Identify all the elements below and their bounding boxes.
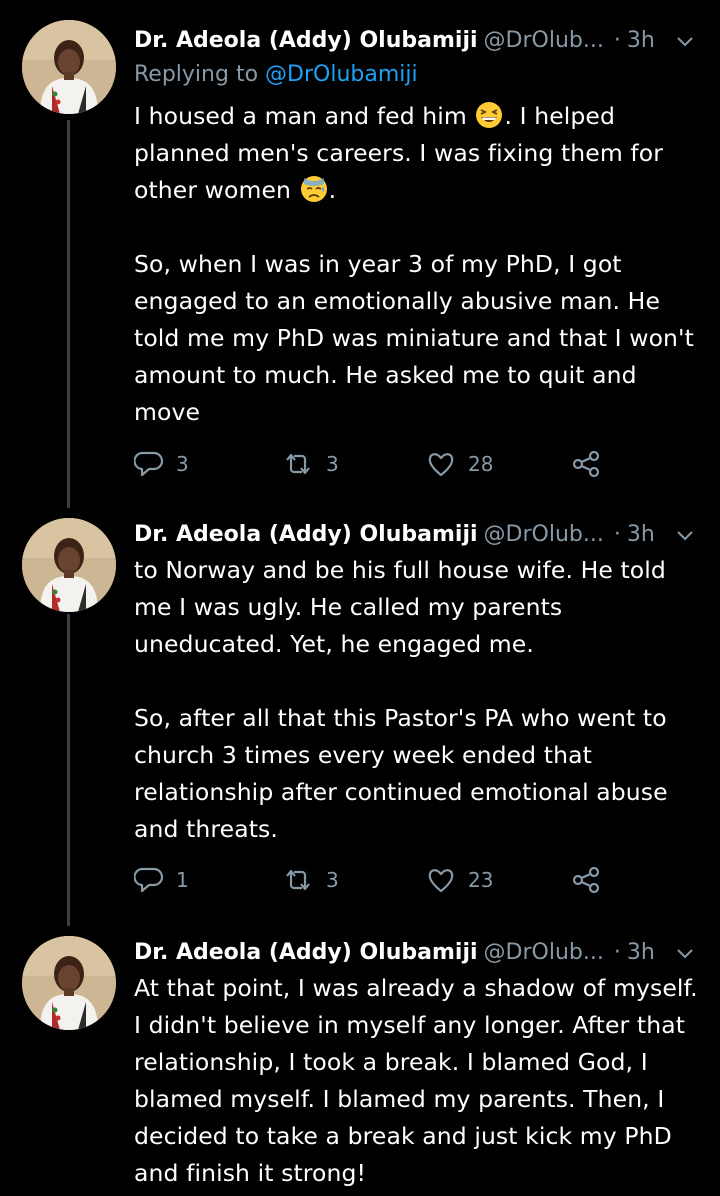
reply-count: 3 (176, 452, 189, 476)
heart-icon (428, 453, 454, 477)
retweet-icon (286, 453, 310, 475)
like-count: 23 (468, 868, 494, 892)
separator-dot: · (613, 521, 621, 547)
tweet-header: Dr. Adeola (Addy) Olubamiji @DrOlub... ·… (134, 20, 700, 60)
separator-dot: · (613, 27, 621, 53)
tweet-header: Dr. Adeola (Addy) Olubamiji @DrOlub... ·… (134, 932, 700, 972)
reply-icon (134, 451, 164, 477)
timestamp[interactable]: 3h (627, 28, 655, 53)
share-icon (572, 450, 600, 478)
share-icon (572, 866, 600, 894)
retweet-button[interactable]: 3 (282, 444, 339, 484)
tweet-text-part: . (328, 176, 337, 204)
like-button[interactable]: 23 (426, 860, 493, 900)
like-button[interactable]: 28 (426, 444, 493, 484)
reply-count: 1 (176, 868, 189, 892)
tweet-text-paragraph: So, after all that this Pastor's PA who … (134, 704, 676, 843)
heart-icon (428, 869, 454, 893)
tweet-actions: 1 3 23 (134, 860, 614, 900)
reply-context: Replying to @DrOlubamiji (134, 62, 418, 87)
tweet-actions: 3 3 28 (134, 444, 614, 484)
reply-icon (134, 867, 164, 893)
avatar[interactable] (22, 936, 116, 1030)
retweet-count: 3 (326, 452, 339, 476)
chevron-down-icon[interactable] (674, 524, 696, 546)
author-handle[interactable]: @DrOlub... (484, 940, 604, 965)
tweet[interactable]: Dr. Adeola (Addy) Olubamiji @DrOlub... ·… (0, 514, 720, 914)
author-handle[interactable]: @DrOlub... (484, 28, 604, 53)
author-handle[interactable]: @DrOlub... (484, 522, 604, 547)
reply-button[interactable]: 1 (134, 860, 189, 900)
tweet-text: I housed a man and fed him . I helped pl… (134, 98, 702, 431)
avatar[interactable] (22, 518, 116, 612)
author-name[interactable]: Dr. Adeola (Addy) Olubamiji (134, 28, 478, 53)
chevron-down-icon[interactable] (674, 30, 696, 52)
separator-dot: · (613, 939, 621, 965)
tweet-text-paragraph: At that point, I was already a shadow of… (134, 974, 706, 1187)
tweet-text-paragraph: So, when I was in year 3 of my PhD, I go… (134, 250, 702, 426)
tweet-text: to Norway and be his full house wife. He… (134, 552, 702, 848)
tweet-text-paragraph: to Norway and be his full house wife. He… (134, 556, 674, 658)
timestamp[interactable]: 3h (627, 522, 655, 547)
sweat-disappointed-emoji-icon (300, 176, 327, 202)
author-name[interactable]: Dr. Adeola (Addy) Olubamiji (134, 522, 478, 547)
grinning-squint-emoji-icon (476, 102, 503, 128)
share-button[interactable] (570, 444, 614, 484)
tweet-text: At that point, I was already a shadow of… (134, 970, 702, 1192)
like-count: 28 (468, 452, 494, 476)
tweet[interactable]: Dr. Adeola (Addy) Olubamiji @DrOlub... ·… (0, 20, 720, 500)
reply-mention-link[interactable]: @DrOlubamiji (265, 62, 418, 87)
chevron-down-icon[interactable] (674, 942, 696, 964)
avatar[interactable] (22, 20, 116, 114)
author-name[interactable]: Dr. Adeola (Addy) Olubamiji (134, 940, 478, 965)
reply-button[interactable]: 3 (134, 444, 189, 484)
timestamp[interactable]: 3h (627, 940, 655, 965)
tweet-text-part: I housed a man and fed him (134, 102, 475, 130)
tweet[interactable]: Dr. Adeola (Addy) Olubamiji @DrOlub... ·… (0, 932, 720, 1196)
tweet-header: Dr. Adeola (Addy) Olubamiji @DrOlub... ·… (134, 514, 700, 554)
reply-prefix: Replying to (134, 62, 266, 87)
retweet-button[interactable]: 3 (282, 860, 339, 900)
share-button[interactable] (570, 860, 614, 900)
retweet-icon (286, 869, 310, 891)
retweet-count: 3 (326, 868, 339, 892)
